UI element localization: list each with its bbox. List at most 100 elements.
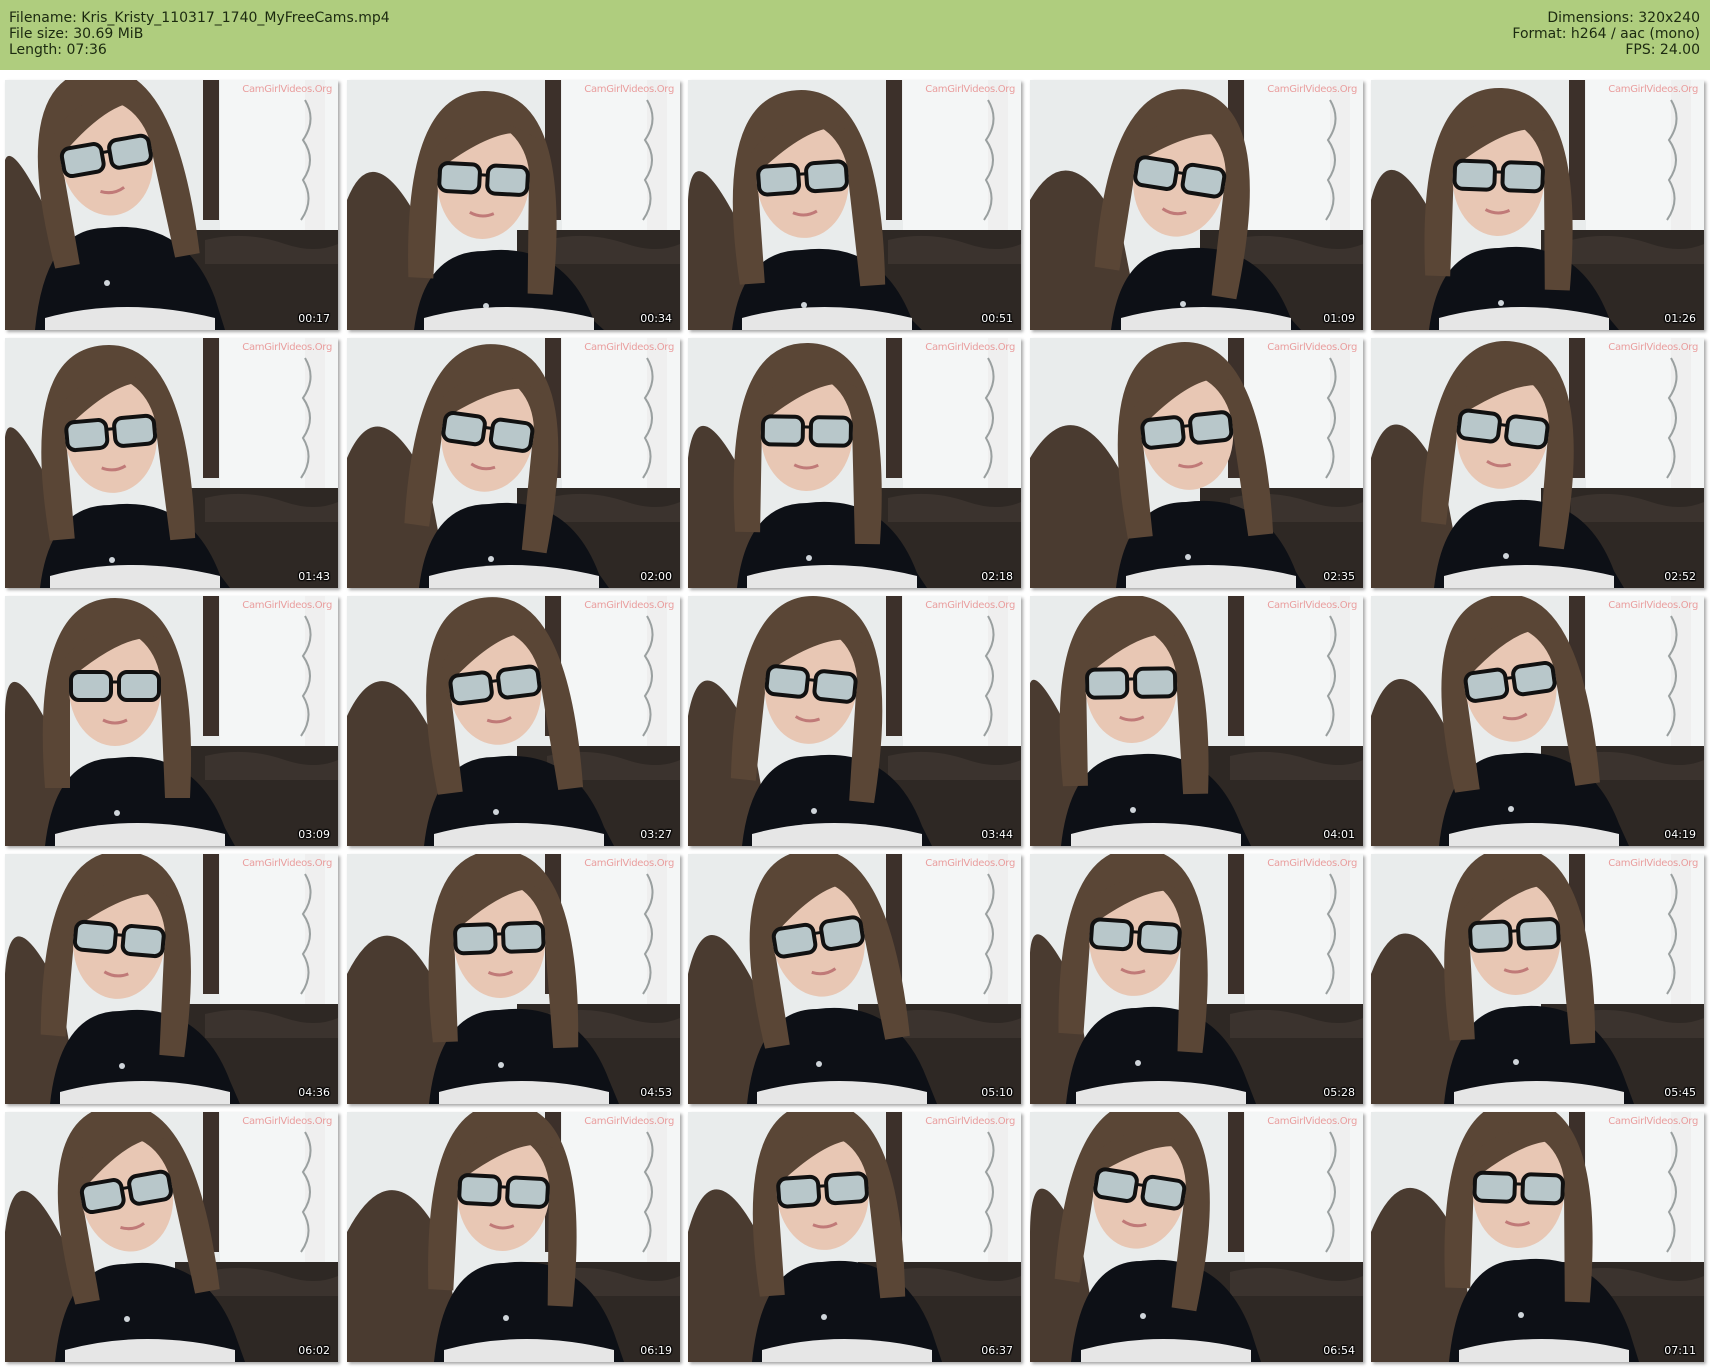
- dimensions-text: Dimensions: 320x240: [1547, 10, 1700, 26]
- thumbnail-image: [1371, 596, 1704, 846]
- thumbnail-image: [688, 596, 1021, 846]
- timestamp-label: 01:43: [298, 570, 330, 583]
- thumbnail-frame: CamGirlVideos.Org 05:28: [1030, 854, 1363, 1104]
- length-text: Length: 07:36: [9, 42, 107, 58]
- watermark-text: CamGirlVideos.Org: [242, 1116, 332, 1127]
- timestamp-label: 00:51: [981, 312, 1013, 325]
- watermark-text: CamGirlVideos.Org: [1608, 342, 1698, 353]
- watermark-text: CamGirlVideos.Org: [1608, 1116, 1698, 1127]
- thumbnail-image: [1371, 80, 1704, 330]
- thumbnail-image: [5, 854, 338, 1104]
- thumbnail-frame: CamGirlVideos.Org 05:10: [688, 854, 1021, 1104]
- timestamp-label: 00:17: [298, 312, 330, 325]
- format-text: Format: h264 / aac (mono): [1512, 26, 1700, 42]
- timestamp-label: 06:54: [1323, 1344, 1355, 1357]
- timestamp-label: 03:44: [981, 828, 1013, 841]
- timestamp-label: 03:09: [298, 828, 330, 841]
- watermark-text: CamGirlVideos.Org: [925, 858, 1015, 869]
- thumbnail-frame: CamGirlVideos.Org 01:43: [5, 338, 338, 588]
- thumbnail-image: [1030, 596, 1363, 846]
- timestamp-label: 07:11: [1664, 1344, 1696, 1357]
- timestamp-label: 06:02: [298, 1344, 330, 1357]
- thumbnail-frame: CamGirlVideos.Org 01:26: [1371, 80, 1704, 330]
- watermark-text: CamGirlVideos.Org: [1608, 858, 1698, 869]
- watermark-text: CamGirlVideos.Org: [584, 858, 674, 869]
- file-info: Filename: Kris_Kristy_110317_1740_MyFree…: [9, 10, 390, 58]
- thumbnail-image: [5, 80, 338, 330]
- thumbnail-image: [1371, 338, 1704, 588]
- thumbnail-image: [347, 854, 680, 1104]
- thumbnail-image: [688, 854, 1021, 1104]
- thumbnail-frame: CamGirlVideos.Org 02:52: [1371, 338, 1704, 588]
- timestamp-label: 04:19: [1664, 828, 1696, 841]
- timestamp-label: 02:35: [1323, 570, 1355, 583]
- thumbnail-frame: CamGirlVideos.Org 03:09: [5, 596, 338, 846]
- watermark-text: CamGirlVideos.Org: [1267, 858, 1357, 869]
- watermark-text: CamGirlVideos.Org: [584, 342, 674, 353]
- thumbnail-image: [347, 596, 680, 846]
- watermark-text: CamGirlVideos.Org: [1267, 1116, 1357, 1127]
- thumbnail-image: [347, 1112, 680, 1362]
- watermark-text: CamGirlVideos.Org: [242, 84, 332, 95]
- thumbnail-image: [1371, 854, 1704, 1104]
- filename-text: Filename: Kris_Kristy_110317_1740_MyFree…: [9, 10, 390, 26]
- thumbnail-image: [5, 338, 338, 588]
- thumbnail-image: [1030, 338, 1363, 588]
- thumbnail-frame: CamGirlVideos.Org 04:01: [1030, 596, 1363, 846]
- fps-text: FPS: 24.00: [1625, 42, 1700, 58]
- thumbnail-frame: CamGirlVideos.Org 02:18: [688, 338, 1021, 588]
- thumbnail-image: [688, 1112, 1021, 1362]
- watermark-text: CamGirlVideos.Org: [925, 1116, 1015, 1127]
- watermark-text: CamGirlVideos.Org: [925, 84, 1015, 95]
- thumbnail-image: [5, 596, 338, 846]
- watermark-text: CamGirlVideos.Org: [925, 600, 1015, 611]
- timestamp-label: 05:28: [1323, 1086, 1355, 1099]
- thumbnail-image: [688, 338, 1021, 588]
- thumbnail-image: [1030, 80, 1363, 330]
- watermark-text: CamGirlVideos.Org: [1267, 84, 1357, 95]
- timestamp-label: 02:52: [1664, 570, 1696, 583]
- thumbnail-frame: CamGirlVideos.Org 02:35: [1030, 338, 1363, 588]
- timestamp-label: 02:18: [981, 570, 1013, 583]
- thumbnail-frame: CamGirlVideos.Org 04:19: [1371, 596, 1704, 846]
- thumbnail-frame: CamGirlVideos.Org 03:44: [688, 596, 1021, 846]
- watermark-text: CamGirlVideos.Org: [584, 1116, 674, 1127]
- thumbnail-frame: CamGirlVideos.Org 06:02: [5, 1112, 338, 1362]
- watermark-text: CamGirlVideos.Org: [242, 342, 332, 353]
- watermark-text: CamGirlVideos.Org: [584, 84, 674, 95]
- video-info: Dimensions: 320x240 Format: h264 / aac (…: [1512, 10, 1700, 58]
- watermark-text: CamGirlVideos.Org: [925, 342, 1015, 353]
- thumbnail-frame: CamGirlVideos.Org 00:17: [5, 80, 338, 330]
- thumbnail-frame: CamGirlVideos.Org 06:19: [347, 1112, 680, 1362]
- watermark-text: CamGirlVideos.Org: [1608, 84, 1698, 95]
- timestamp-label: 06:37: [981, 1344, 1013, 1357]
- thumbnail-frame: CamGirlVideos.Org 03:27: [347, 596, 680, 846]
- watermark-text: CamGirlVideos.Org: [242, 858, 332, 869]
- thumbnail-image: [5, 1112, 338, 1362]
- watermark-text: CamGirlVideos.Org: [242, 600, 332, 611]
- thumbnail-frame: CamGirlVideos.Org 06:37: [688, 1112, 1021, 1362]
- info-header: Filename: Kris_Kristy_110317_1740_MyFree…: [0, 0, 1710, 70]
- timestamp-label: 04:01: [1323, 828, 1355, 841]
- thumbnail-grid: CamGirlVideos.Org 00:17 CamGirlVideos.Org…: [5, 80, 1705, 1365]
- thumbnail-image: [1371, 1112, 1704, 1362]
- thumbnail-image: [347, 80, 680, 330]
- filesize-text: File size: 30.69 MiB: [9, 26, 144, 42]
- watermark-text: CamGirlVideos.Org: [1267, 342, 1357, 353]
- timestamp-label: 05:10: [981, 1086, 1013, 1099]
- thumbnail-frame: CamGirlVideos.Org 07:11: [1371, 1112, 1704, 1362]
- watermark-text: CamGirlVideos.Org: [1267, 600, 1357, 611]
- timestamp-label: 03:27: [640, 828, 672, 841]
- watermark-text: CamGirlVideos.Org: [584, 600, 674, 611]
- timestamp-label: 00:34: [640, 312, 672, 325]
- thumbnail-frame: CamGirlVideos.Org 01:09: [1030, 80, 1363, 330]
- thumbnail-frame: CamGirlVideos.Org 04:53: [347, 854, 680, 1104]
- timestamp-label: 06:19: [640, 1344, 672, 1357]
- timestamp-label: 04:53: [640, 1086, 672, 1099]
- thumbnail-frame: CamGirlVideos.Org 02:00: [347, 338, 680, 588]
- thumbnail-frame: CamGirlVideos.Org 00:34: [347, 80, 680, 330]
- thumbnail-image: [347, 338, 680, 588]
- timestamp-label: 04:36: [298, 1086, 330, 1099]
- thumbnail-frame: CamGirlVideos.Org 05:45: [1371, 854, 1704, 1104]
- thumbnail-frame: CamGirlVideos.Org 04:36: [5, 854, 338, 1104]
